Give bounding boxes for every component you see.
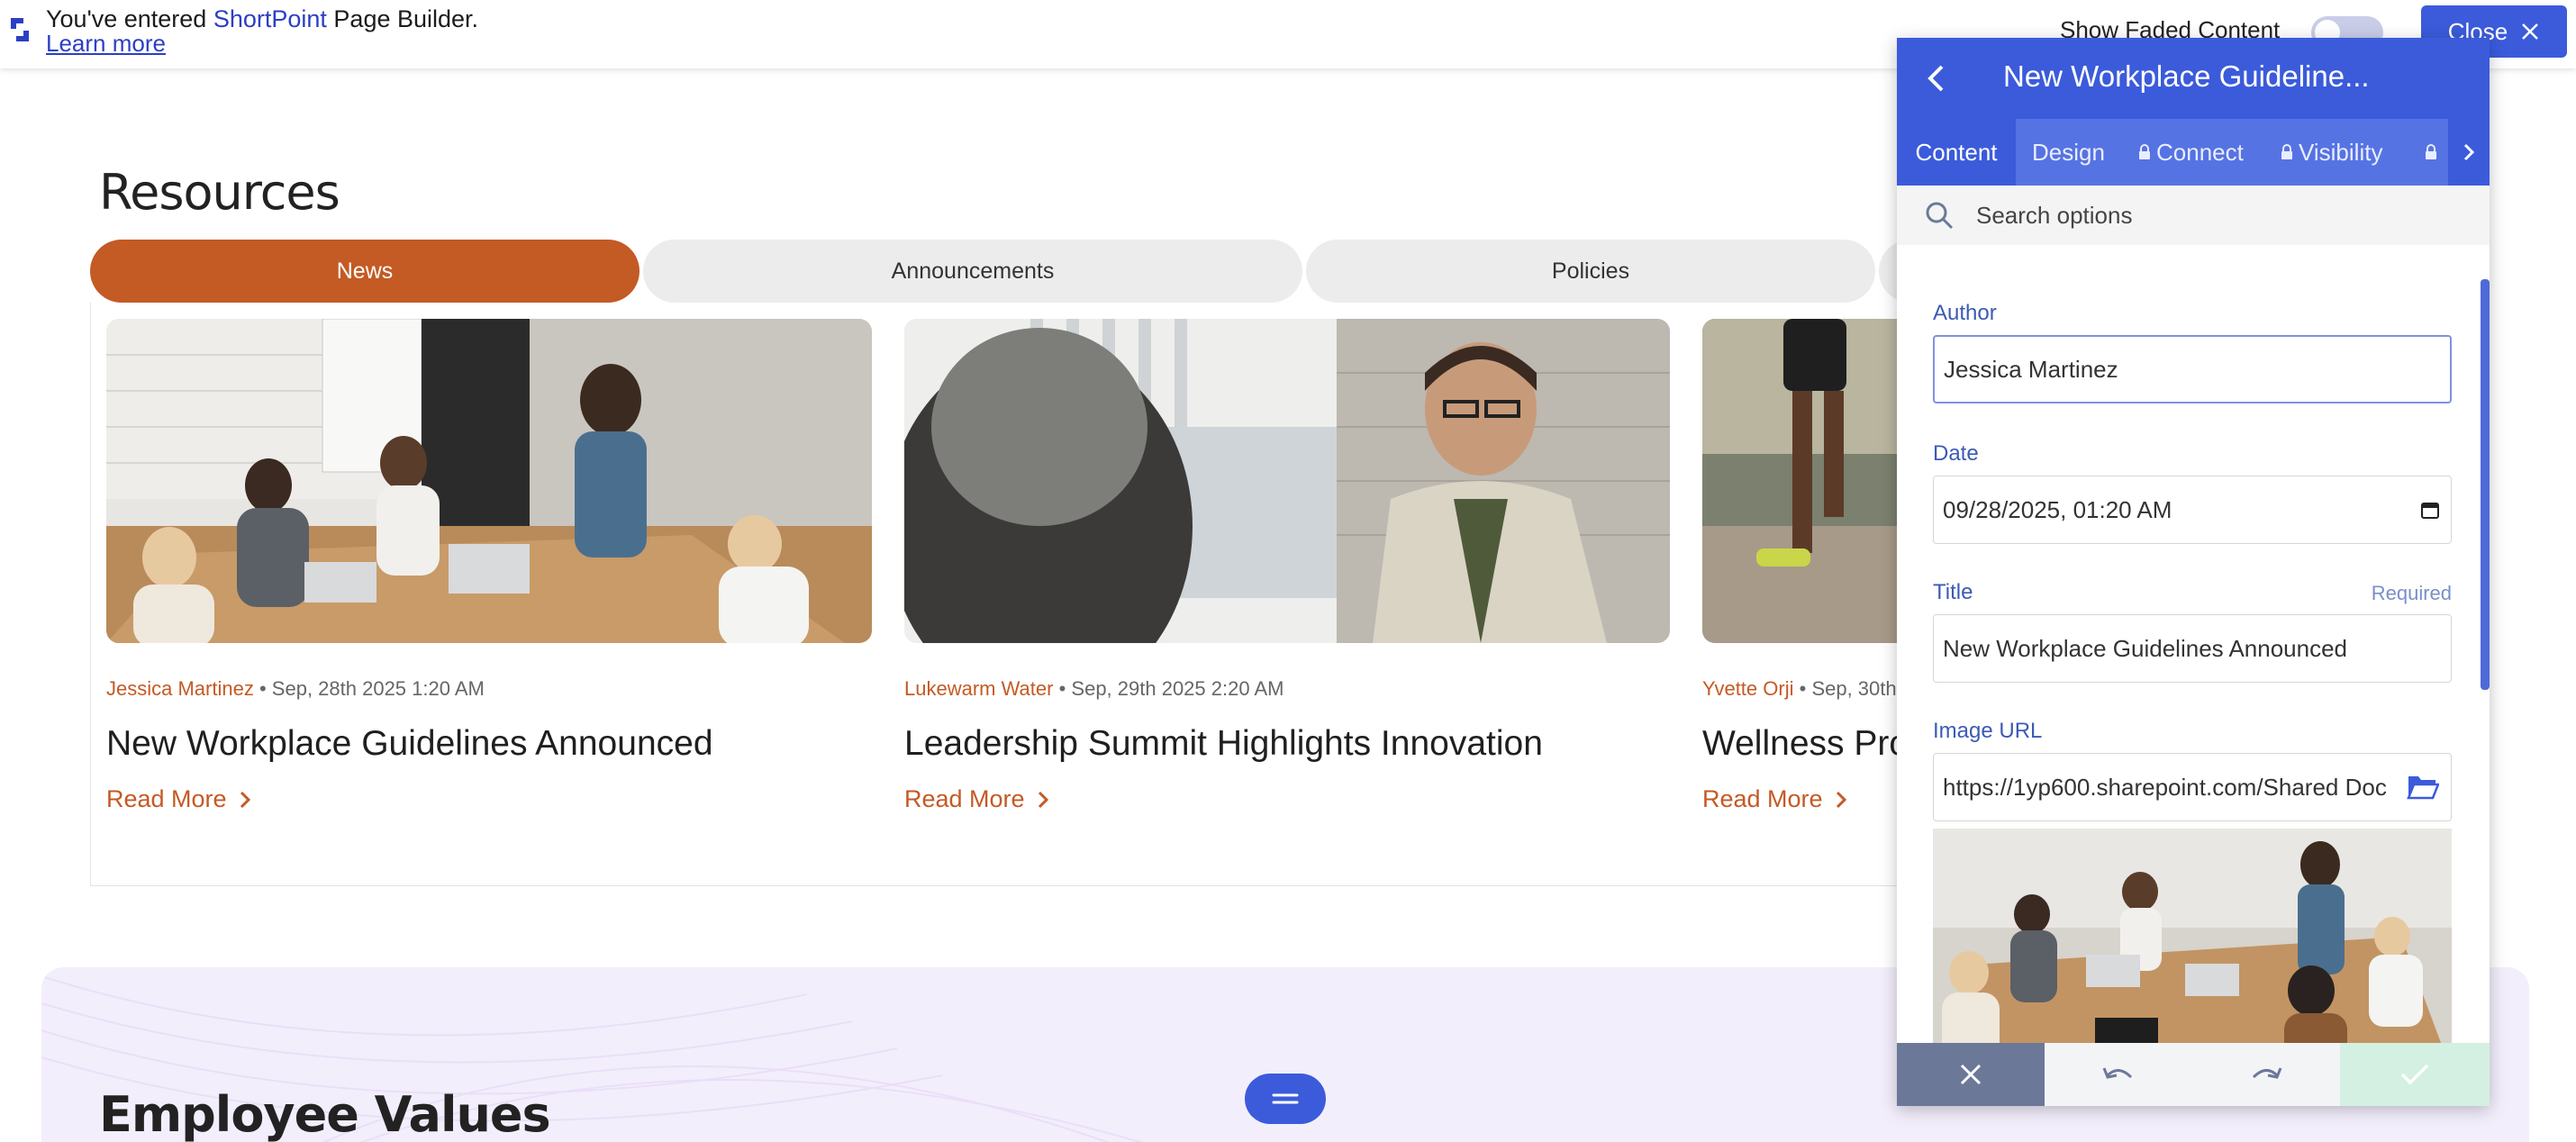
builder-message-suffix: Page Builder. (333, 5, 479, 32)
employee-values-heading: Employee Values (99, 1086, 551, 1142)
news-card-date: Sep, 29th 2025 2:20 AM (1071, 677, 1284, 700)
tab-design[interactable]: Design (2032, 119, 2105, 186)
news-card-author[interactable]: Jessica Martinez (106, 677, 254, 700)
news-card-meta: Jessica Martinez • Sep, 28th 2025 1:20 A… (106, 677, 872, 701)
panel-footer (1897, 1043, 2490, 1106)
title-label: Title (1933, 580, 1973, 604)
author-label: Author (1933, 301, 1997, 325)
news-card-meta: Lukewarm Water • Sep, 29th 2025 2:20 AM (904, 677, 1670, 701)
content-form: Author Date Title Required Image URL (1897, 245, 2490, 1043)
builder-brand: ShortPoint (213, 5, 327, 32)
options-search (1897, 186, 2490, 245)
news-card-date: Sep, 30th (1811, 677, 1897, 700)
shortpoint-logo-icon (11, 18, 29, 41)
news-card-meta: Yvette Orji • Sep, 30th (1702, 677, 1897, 701)
search-icon (1926, 202, 1954, 230)
chevron-right-icon (1836, 791, 1846, 808)
read-more-link[interactable]: Read More (1702, 785, 1897, 813)
image-url-field[interactable] (1933, 753, 2452, 821)
folder-open-icon[interactable] (2407, 773, 2439, 800)
tab-content[interactable]: Content (1897, 119, 2016, 186)
image-preview (1933, 829, 2452, 1043)
author-field[interactable] (1933, 335, 2452, 403)
meta-separator: • (1799, 677, 1807, 700)
news-card-image[interactable] (904, 319, 1670, 643)
tab-label: Connect (2156, 138, 2244, 166)
builder-message-prefix: You've entered (46, 5, 207, 32)
date-field[interactable] (1933, 476, 2452, 544)
panel-tabs: Content Design Connect Visibility (1897, 119, 2490, 186)
meta-separator: • (259, 677, 267, 700)
tab-policies[interactable]: Policies (1306, 240, 1875, 303)
undo-button[interactable] (2045, 1043, 2192, 1106)
news-card-author[interactable]: Lukewarm Water (904, 677, 1053, 700)
tab-label: Policies (1551, 258, 1630, 284)
redo-icon (2252, 1067, 2282, 1079)
tabs-scroll-next-button[interactable] (2448, 119, 2490, 186)
panel-title: New Workplace Guideline... (2003, 59, 2370, 93)
close-icon (2522, 23, 2539, 40)
learn-more-link[interactable]: Learn more (46, 30, 166, 58)
check-icon (2400, 1064, 2429, 1085)
meeting-photo (106, 319, 872, 643)
meta-separator: • (1058, 677, 1066, 700)
tab-more-locked[interactable] (2425, 119, 2437, 186)
news-card-title[interactable]: Wellness Prog (1702, 724, 1897, 764)
lock-icon (2139, 144, 2150, 159)
tab-label: News (336, 258, 394, 284)
read-more-link[interactable]: Read More (904, 785, 1670, 813)
section-menu-button[interactable] (1245, 1074, 1326, 1124)
image-preview-photo (1933, 829, 2452, 1043)
image-url-label: Image URL (1933, 719, 2043, 743)
chevron-right-icon (1038, 791, 1048, 808)
read-more-link[interactable]: Read More (106, 785, 872, 813)
tab-label: Visibility (2299, 138, 2383, 166)
required-indicator: Required (2371, 582, 2452, 604)
news-card-image[interactable] (106, 319, 872, 643)
news-card-image[interactable] (1702, 319, 1897, 643)
resources-heading: Resources (99, 164, 340, 221)
news-card-title[interactable]: Leadership Summit Highlights Innovation (904, 724, 1670, 764)
tab-news[interactable]: News (90, 240, 639, 303)
leadership-photo (904, 319, 1670, 643)
element-settings-panel: New Workplace Guideline... Content Desig… (1897, 38, 2490, 1106)
apply-button[interactable] (2340, 1043, 2490, 1106)
cancel-button[interactable] (1897, 1043, 2045, 1106)
news-card[interactable]: Jessica Martinez • Sep, 28th 2025 1:20 A… (106, 319, 872, 813)
calendar-icon[interactable] (2419, 499, 2441, 521)
scrollbar[interactable] (2481, 279, 2490, 690)
wellness-photo (1702, 319, 1897, 643)
title-field[interactable] (1933, 614, 2452, 683)
tab-label: Announcements (891, 258, 1055, 284)
news-card-date: Sep, 28th 2025 1:20 AM (271, 677, 485, 700)
news-card-title[interactable]: New Workplace Guidelines Announced (106, 724, 872, 764)
redo-button[interactable] (2192, 1043, 2340, 1106)
date-label: Date (1933, 441, 1979, 466)
undo-icon (2102, 1067, 2133, 1079)
news-card-author[interactable]: Yvette Orji (1702, 677, 1793, 700)
chevron-left-icon[interactable] (1924, 63, 1947, 94)
news-card[interactable]: Yvette Orji • Sep, 30th Wellness Prog Re… (1702, 319, 1897, 813)
tab-label: Design (2032, 138, 2105, 166)
lock-icon (2281, 144, 2292, 159)
tab-announcements[interactable]: Announcements (643, 240, 1302, 303)
read-more-label: Read More (1702, 785, 1823, 812)
menu-icon (1272, 1093, 1299, 1104)
lock-icon (2426, 144, 2436, 159)
search-options-input[interactable] (1976, 196, 2463, 234)
read-more-label: Read More (106, 785, 227, 812)
chevron-right-icon (240, 791, 250, 808)
read-more-label: Read More (904, 785, 1025, 812)
tab-connect[interactable]: Connect (2138, 119, 2244, 186)
panel-header: New Workplace Guideline... (1897, 38, 2490, 119)
tab-visibility[interactable]: Visibility (2281, 119, 2382, 186)
chevron-right-icon (2463, 143, 2475, 161)
close-icon (1960, 1064, 1982, 1085)
news-card[interactable]: Lukewarm Water • Sep, 29th 2025 2:20 AM … (904, 319, 1670, 813)
tab-label: Content (1915, 138, 1998, 166)
